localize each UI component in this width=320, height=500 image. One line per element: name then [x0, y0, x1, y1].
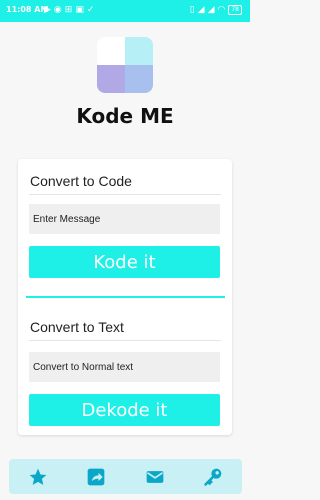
logo-tile-top-right [125, 37, 153, 65]
code-input[interactable] [29, 352, 220, 382]
converter-card: Convert to Code Kode it Convert to Text … [18, 159, 232, 435]
kode-it-button[interactable]: Kode it [29, 246, 220, 278]
wifi-icon: ◠ [217, 5, 226, 15]
mail-icon [146, 470, 163, 483]
encode-title-underline [29, 194, 221, 195]
play-icon: ▶ [44, 5, 51, 15]
message-input[interactable] [29, 204, 220, 234]
vibrate-icon: ▯ [189, 5, 195, 15]
key-button[interactable] [198, 462, 228, 492]
share-icon [88, 468, 105, 485]
share-button[interactable] [81, 462, 111, 492]
status-bar: 11:08 AM ▶ ◉ ⊞ ▣ ✓ ▯ ◢ ◢ ◠ 78 [0, 0, 250, 22]
app-logo [97, 37, 153, 93]
logo-tile-bottom-left [97, 65, 125, 93]
encode-section-title: Convert to Code [30, 173, 132, 189]
decode-title-underline [29, 340, 221, 341]
decode-section-title: Convert to Text [30, 319, 124, 335]
mail-button[interactable] [140, 462, 170, 492]
star-icon [29, 468, 47, 485]
notification-icon: ◉ [53, 5, 62, 15]
bottom-nav [9, 459, 242, 494]
grid-icon: ⊞ [64, 5, 73, 15]
key-icon [204, 468, 222, 486]
photo-icon: ▣ [75, 5, 84, 15]
signal-icon: ◢ [197, 5, 205, 15]
dekode-it-button[interactable]: Dekode it [29, 394, 220, 426]
section-divider [26, 296, 225, 298]
favorite-button[interactable] [23, 462, 53, 492]
status-time: 11:08 AM [6, 5, 49, 14]
battery-indicator: 78 [228, 5, 242, 15]
check-icon: ✓ [86, 5, 95, 15]
app-title: Kode ME [76, 104, 174, 128]
logo-tile-bottom-right [125, 65, 153, 93]
signal-icon-2: ◢ [207, 5, 215, 15]
logo-tile-top-left [97, 37, 125, 65]
